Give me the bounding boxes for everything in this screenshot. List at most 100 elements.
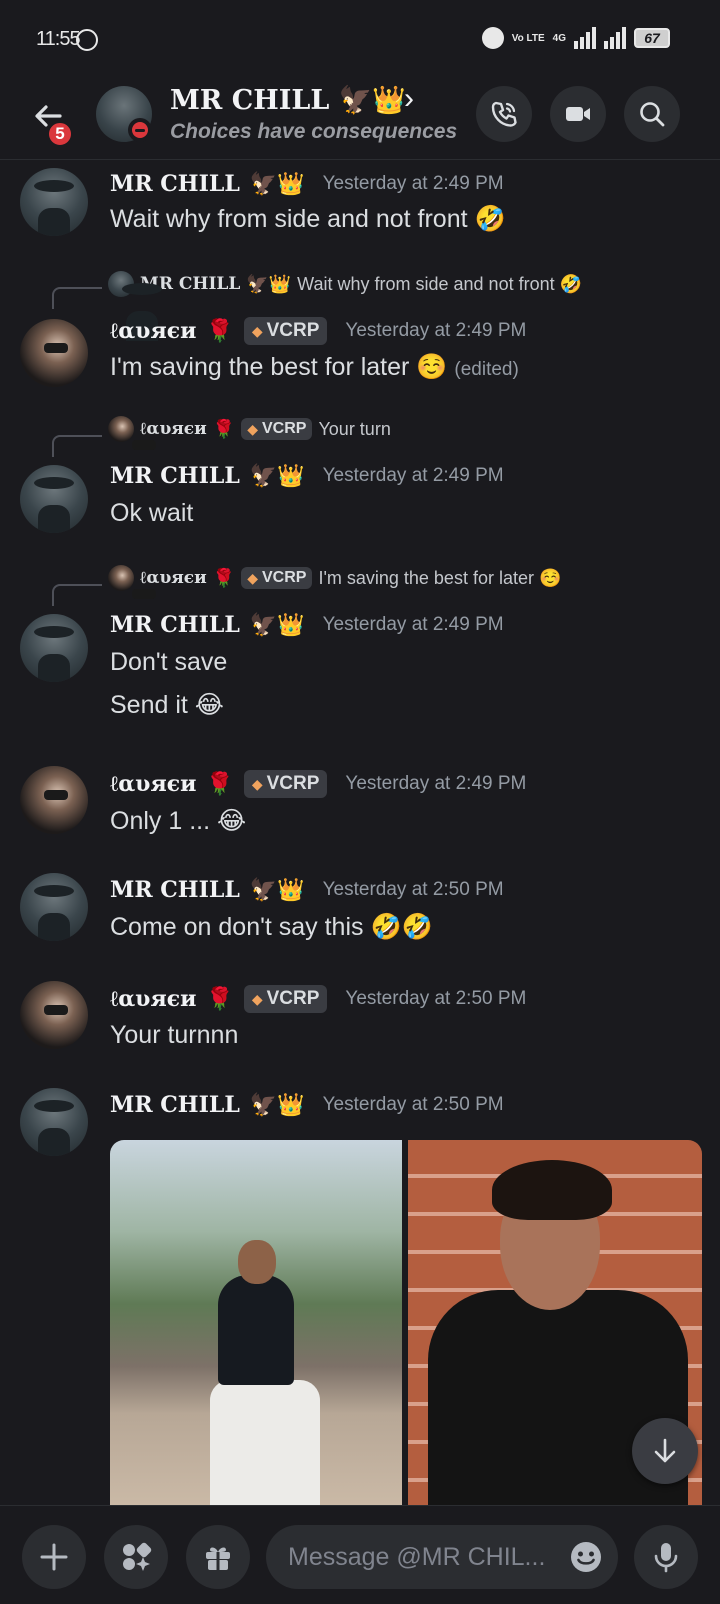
message-header: MR CHILL 🦅👑 Yesterday at 2:49 PM [110, 463, 504, 489]
gem-icon: ◆ [247, 420, 258, 437]
status-time: 11:55 [36, 28, 81, 50]
apps-button[interactable] [104, 1525, 168, 1589]
reply-preview[interactable]: ℓαυяєи 🌹 ◆ VCRP I'm saving the best for l… [108, 565, 561, 591]
search-icon [640, 102, 665, 127]
server-tag-label: VCRP [266, 320, 320, 341]
reply-avatar [108, 271, 134, 297]
author-name[interactable]: MR CHILL [110, 612, 240, 638]
avatar[interactable] [20, 614, 88, 682]
message-text: I'm saving the best for later ☺️ (edited… [110, 353, 519, 382]
server-tag-label: VCRP [266, 988, 320, 1009]
author-emojis: 🌹 [206, 318, 234, 343]
dm-header: 5 MR CHILL 🦅👑 › Choices have consequence… [0, 80, 720, 160]
message-text: Don't save [110, 648, 228, 676]
search-button[interactable] [624, 86, 680, 142]
server-tag[interactable]: ◆ VCRP [243, 770, 328, 798]
gift-icon [206, 1547, 230, 1570]
message-text: Ok wait [110, 499, 194, 527]
timestamp: Yesterday at 2:50 PM [345, 988, 527, 1009]
reply-preview[interactable]: MR CHILL 🦅👑 Wait why from side and not f… [108, 271, 582, 297]
gift-button[interactable] [186, 1525, 250, 1589]
reply-connector [52, 435, 102, 457]
reply-preview[interactable]: ℓαυяєи 🌹 ◆ VCRP Your turn [108, 416, 391, 442]
author-name[interactable]: ℓαυяєи [110, 771, 196, 797]
dm-title[interactable]: MR CHILL 🦅👑 [170, 84, 406, 116]
reply-connector [52, 287, 102, 309]
battery-icon: 67 [634, 28, 670, 48]
message-header: MR CHILL 🦅👑 Yesterday at 2:49 PM [110, 612, 504, 638]
message-text-content: I'm saving the best for later ☺️ [110, 353, 448, 381]
timestamp: Yesterday at 2:50 PM [322, 1094, 504, 1115]
custom-status: Choices have consequences [170, 120, 458, 143]
jump-to-bottom-button[interactable] [632, 1418, 698, 1484]
dm-name-emojis: 🦅👑 [338, 85, 406, 116]
reply-text: Your turn [318, 418, 391, 439]
avatar[interactable] [20, 168, 88, 236]
dm-name: MR CHILL [170, 85, 330, 116]
reply-avatar [108, 416, 134, 442]
reply-author: ℓαυяєи [140, 419, 207, 439]
alarm-icon [481, 27, 504, 49]
video-call-icon [566, 107, 590, 121]
battery-level: 67 [644, 30, 660, 46]
whatsapp-icon [76, 29, 98, 51]
author-emojis: 🦅👑 [249, 171, 305, 196]
edited-label: (edited) [454, 359, 519, 380]
avatar[interactable] [20, 981, 88, 1049]
chevron-right-icon[interactable]: › [404, 82, 414, 116]
avatar[interactable] [20, 1088, 88, 1156]
reply-text: Wait why from side and not front 🤣 [297, 273, 583, 294]
attach-button[interactable] [22, 1525, 86, 1589]
reply-avatar [108, 565, 134, 591]
avatar[interactable] [20, 465, 88, 533]
timestamp: Yesterday at 2:49 PM [322, 465, 504, 486]
author-name[interactable]: ℓαυяєи [110, 318, 196, 344]
gem-icon: ◆ [251, 990, 263, 1007]
timestamp: Yesterday at 2:50 PM [322, 879, 504, 900]
message-input-field[interactable] [266, 1525, 618, 1589]
voice-call-icon [491, 101, 517, 127]
gem-icon: ◆ [251, 775, 263, 792]
message-text: Come on don't say this 🤣🤣 [110, 913, 433, 941]
arrow-down-icon [654, 1438, 676, 1463]
message-header: MR CHILL 🦅👑 Yesterday at 2:50 PM [110, 877, 504, 903]
voice-message-button[interactable] [634, 1525, 698, 1589]
author-name[interactable]: MR CHILL [110, 171, 240, 197]
server-tag[interactable]: ◆ VCRP [243, 317, 328, 345]
avatar[interactable] [20, 873, 88, 941]
video-call-button[interactable] [550, 86, 606, 142]
message-header: ℓαυяєи 🌹 ◆ VCRP Yesterday at 2:49 PM [110, 317, 526, 345]
author-name[interactable]: ℓαυяєи [110, 986, 196, 1012]
author-name[interactable]: MR CHILL [110, 463, 240, 489]
timestamp: Yesterday at 2:49 PM [345, 320, 527, 341]
author-emojis: 🌹 [206, 986, 234, 1011]
author-emojis: 🌹 [206, 771, 234, 796]
server-tag-label: VCRP [266, 773, 320, 794]
reply-author-emojis: 🦅👑 [246, 273, 292, 294]
reply-connector [52, 584, 102, 606]
author-name[interactable]: MR CHILL [110, 877, 240, 903]
microphone-icon [654, 1543, 678, 1573]
emoji-icon[interactable] [568, 1539, 604, 1575]
server-tag-label: VCRP [261, 420, 307, 437]
message-text: Wait why from side and not front 🤣 [110, 205, 506, 233]
voice-call-button[interactable] [476, 86, 532, 142]
avatar[interactable] [20, 319, 88, 387]
reply-author-emojis: 🌹 [212, 418, 236, 439]
volte-label: Vo LTE [511, 32, 545, 44]
signal-icon-2 [604, 27, 626, 49]
message-header: MR CHILL 🦅👑 Yesterday at 2:49 PM [110, 171, 504, 197]
network-type-label: 4G [552, 32, 566, 44]
author-emojis: 🦅👑 [249, 877, 305, 902]
message-composer [0, 1505, 720, 1604]
message-text: Only 1 ... 😂 [110, 807, 247, 835]
timestamp: Yesterday at 2:49 PM [345, 773, 527, 794]
message-input[interactable] [288, 1525, 558, 1589]
message-text: Your turnnn [110, 1021, 239, 1049]
message-list[interactable]: MR CHILL 🦅👑 Yesterday at 2:49 PM Wait wh… [0, 161, 720, 1505]
server-tag[interactable]: ◆ VCRP [243, 985, 328, 1013]
author-name[interactable]: MR CHILL [110, 1092, 240, 1118]
photo-attachment[interactable] [110, 1140, 402, 1505]
avatar[interactable] [20, 766, 88, 834]
status-indicators: Vo LTE 4G 67 [481, 27, 670, 49]
